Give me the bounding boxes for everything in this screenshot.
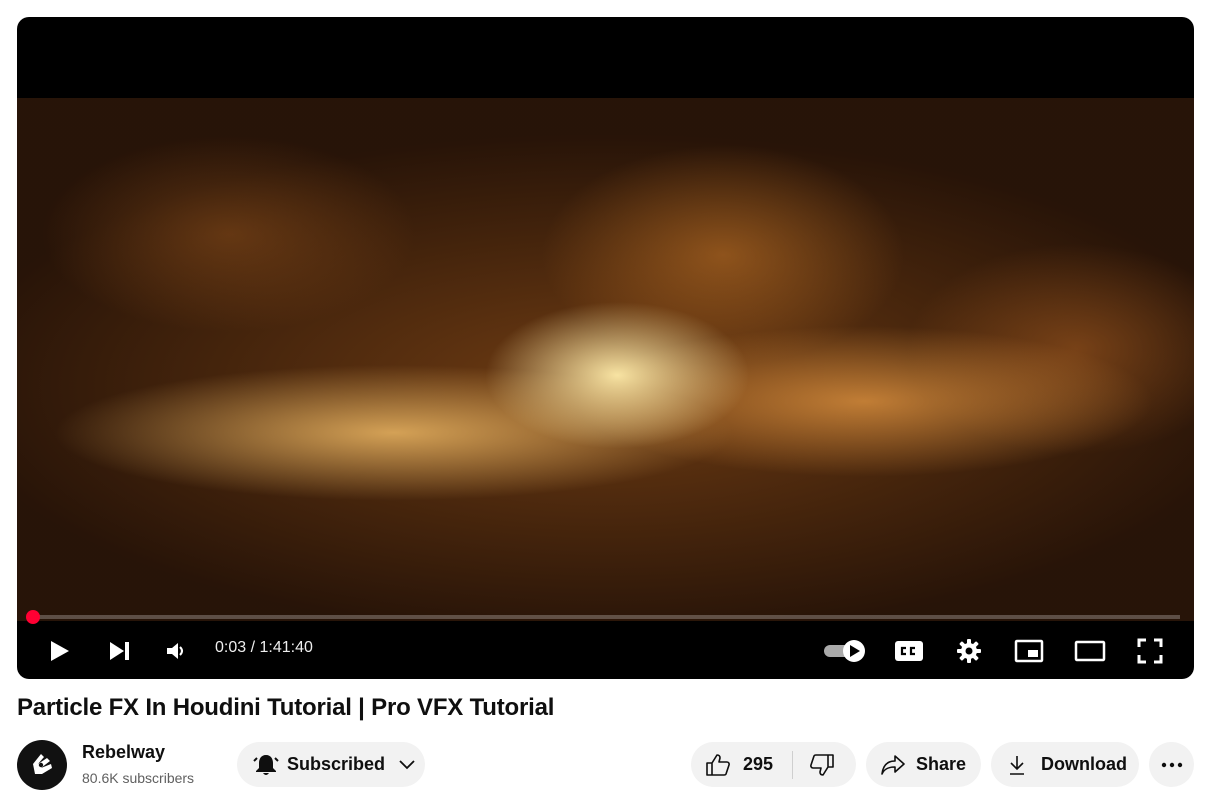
player-controls: 0:03 / 1:41:40 — [17, 629, 1194, 673]
like-button[interactable]: 295 — [705, 753, 773, 777]
share-button[interactable]: Share — [866, 742, 981, 787]
fullscreen-icon — [1137, 638, 1163, 664]
captions-button[interactable] — [893, 629, 925, 673]
rebelway-logo-icon — [33, 754, 52, 774]
play-icon — [51, 641, 69, 661]
download-label: Download — [1041, 754, 1127, 774]
share-icon — [881, 754, 905, 775]
scrubber-handle[interactable] — [26, 610, 40, 624]
download-icon — [1010, 755, 1024, 775]
next-button[interactable] — [105, 629, 135, 673]
more-horizontal-icon — [1161, 762, 1182, 767]
fullscreen-button[interactable] — [1135, 629, 1165, 673]
autoplay-toggle[interactable] — [821, 629, 869, 673]
share-label: Share — [916, 754, 967, 774]
video-title: Particle FX In Houdini Tutorial | Pro VF… — [17, 694, 555, 721]
more-actions-button[interactable] — [1149, 742, 1194, 787]
video-frame[interactable] — [17, 98, 1194, 621]
play-button[interactable] — [45, 629, 75, 673]
theater-mode-button[interactable] — [1073, 629, 1107, 673]
subscribe-button[interactable]: Subscribed — [237, 742, 425, 787]
thumbs-down-icon — [810, 753, 834, 776]
video-player[interactable]: 0:03 / 1:41:40 — [17, 17, 1194, 679]
like-count: 295 — [743, 754, 774, 774]
bell-icon — [253, 754, 279, 775]
skip-next-icon — [110, 642, 129, 660]
progress-bar[interactable] — [33, 615, 1180, 619]
like-dislike-group: 295 — [691, 742, 856, 787]
autoplay-icon — [824, 640, 865, 662]
thumbs-up-icon — [706, 753, 730, 776]
mute-button[interactable] — [162, 629, 192, 673]
theater-icon — [1074, 640, 1106, 662]
gear-icon — [957, 639, 981, 663]
channel-name[interactable]: Rebelway — [82, 742, 165, 763]
settings-button[interactable] — [954, 629, 984, 673]
chevron-down-icon — [399, 759, 415, 769]
miniplayer-button[interactable] — [1013, 629, 1045, 673]
dislike-button[interactable] — [809, 753, 835, 777]
time-display: 0:03 / 1:41:40 — [215, 639, 313, 656]
miniplayer-icon — [1014, 639, 1044, 663]
cc-icon — [895, 641, 923, 661]
like-divider — [792, 750, 794, 779]
channel-avatar[interactable] — [17, 740, 67, 790]
volume-icon — [167, 643, 183, 659]
subscriber-count: 80.6K subscribers — [82, 770, 195, 786]
download-button[interactable]: Download — [991, 742, 1139, 787]
subscribe-label: Subscribed — [287, 754, 386, 774]
